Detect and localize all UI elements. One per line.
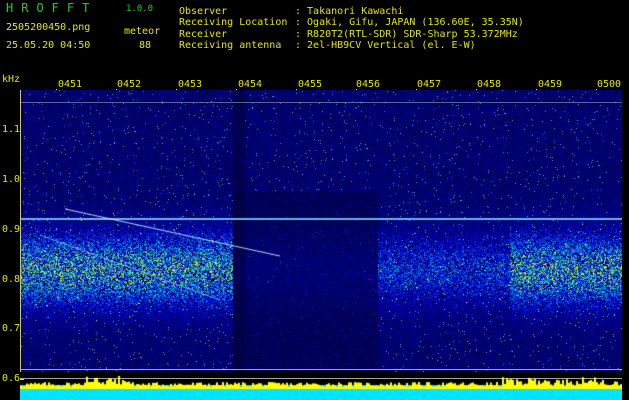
freq-label: 1.0 <box>2 174 21 185</box>
file-name: 2505200450.png <box>6 22 91 33</box>
mode-label: meteor <box>124 26 161 37</box>
time-label: 0454 <box>238 79 263 90</box>
app-logo: HROFFT <box>6 1 98 15</box>
freq-label: 0.8 <box>2 274 21 285</box>
time-label: 0500 <box>597 79 622 90</box>
time-label: 0452 <box>117 79 142 90</box>
time-label: 0459 <box>538 79 563 90</box>
spectrogram <box>20 90 622 372</box>
field-antenna-label: Receiving antenna <box>179 40 282 51</box>
time-label: 0457 <box>417 79 442 90</box>
field-receiver-label: Receiver <box>179 29 228 40</box>
time-label: 0458 <box>477 79 502 90</box>
field-observer-label: Observer <box>179 6 228 17</box>
freq-label: 0.7 <box>2 323 21 334</box>
time-label: 0456 <box>356 79 381 90</box>
freq-label: 0.6 <box>2 373 21 384</box>
field-receiver-value: : R820T2(RTL-SDR) SDR-Sharp 53.372MHz <box>295 29 518 40</box>
field-antenna-value: : 2el-HB9CV Vertical (el. E-W) <box>295 40 476 51</box>
reference-line <box>20 369 622 370</box>
amplitude-strip <box>20 375 622 400</box>
datetime: 25.05.20 04:50 <box>6 40 91 51</box>
y-unit-label: kHz <box>2 74 21 85</box>
time-label: 0451 <box>58 79 83 90</box>
time-label: 0453 <box>178 79 203 90</box>
field-observer-value: : Takanori Kawachi <box>295 6 404 17</box>
field-location-value: : Ogaki, Gifu, JAPAN (136.60E, 35.35N) <box>295 17 524 28</box>
field-location-label: Receiving Location <box>179 17 288 28</box>
time-label: 0455 <box>298 79 323 90</box>
freq-label: 0.9 <box>2 224 21 235</box>
freq-label: 1.1 <box>2 124 21 135</box>
app-version: 1.0.0 <box>126 4 154 14</box>
reference-line <box>20 102 622 103</box>
count-value: 88 <box>139 40 152 51</box>
